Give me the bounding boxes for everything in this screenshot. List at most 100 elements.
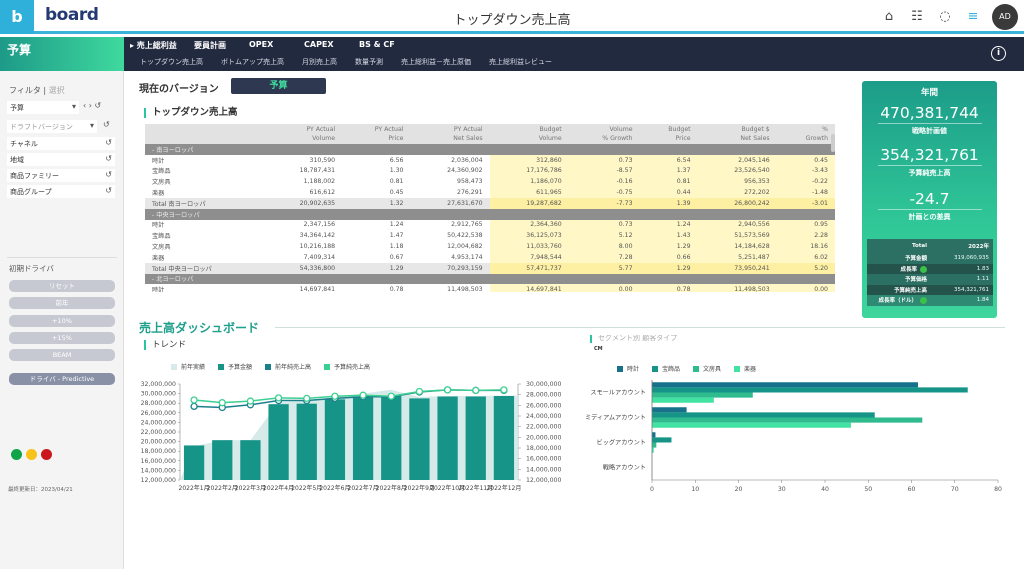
nav-sub-item[interactable]: 売上総利益レビュー [489,57,552,67]
home-icon[interactable]: ⌂ [880,8,898,26]
table-cell[interactable]: 14,184,628 [697,241,777,252]
draft-version-select[interactable]: ドラフトバージョン ▾ [7,120,97,133]
presentation-icon[interactable]: ☷ [908,8,926,26]
driver-reset-button[interactable]: リセット [9,280,115,292]
refresh-icon[interactable]: ↺ [105,170,112,179]
nav-main-item[interactable]: OPEX [249,40,304,51]
nav-sub-item[interactable]: 月別売上高 [302,57,337,67]
table-cell[interactable]: 1.43 [639,230,698,242]
table-cell[interactable]: 0.66 [639,251,698,263]
table-cell[interactable]: -0.16 [568,176,640,188]
chat-icon[interactable]: ◌ [936,8,954,26]
refresh-icon[interactable]: ↺ [105,186,112,195]
nav-main-item[interactable]: ▸ 売上総利益 [130,40,194,51]
table-cell[interactable]: 26,800,242 [697,197,777,209]
legend-item[interactable]: 時計 [617,364,639,373]
table-header-cell[interactable]: Budget $ Net Sales [697,124,777,144]
table-cell[interactable]: 956,353 [697,176,777,188]
table-cell[interactable]: 0.95 [776,219,835,231]
table-cell[interactable]: 0.73 [568,154,640,166]
legend-item[interactable]: 予算純売上高 [324,362,370,371]
table-cell[interactable]: -3.01 [776,197,835,209]
table-cell[interactable]: 0.00 [776,284,835,292]
legend-item[interactable]: 楽器 [734,364,756,373]
table-header-cell[interactable]: Budget Price [639,124,698,144]
table-cell[interactable]: 11,498,503 [697,284,777,292]
table-cell[interactable]: 19,287,682 [489,197,569,209]
driver-predictive-button[interactable]: ドライバ - Predictive [9,373,115,385]
table-cell[interactable]: 5.12 [568,230,640,242]
version-select[interactable]: 予算 ▾ [7,101,79,114]
table-cell[interactable]: -1.48 [776,187,835,198]
table-cell[interactable]: 57,471,737 [489,262,569,274]
table-cell[interactable]: 6.02 [776,251,835,263]
filter-select-link[interactable]: 選択 [49,86,65,95]
driver-prior-year-button[interactable]: 前年 [9,297,115,309]
legend-item[interactable]: 前年純売上高 [265,362,311,371]
table-cell[interactable]: 1.29 [639,241,698,252]
table-cell[interactable]: 0.45 [776,154,835,166]
legend-item[interactable]: 予算金額 [218,362,252,371]
table-header-cell[interactable]: Budget Volume [489,124,569,144]
table-header-cell[interactable]: Volume% Growth [568,124,640,144]
refresh-icon[interactable]: ↺ [103,120,110,129]
legend-item[interactable]: 文房具 [693,364,721,373]
table-cell[interactable]: -8.57 [568,165,640,177]
group-label[interactable]: - 南ヨーロッパ [145,144,835,155]
table-header-cell[interactable]: % Growth [776,124,835,144]
table-cell[interactable]: 5,251,487 [697,251,777,263]
table-cell[interactable]: 6.54 [639,154,698,166]
filter-channel[interactable]: チャネル ↺ [7,137,115,150]
table-cell[interactable]: 0.81 [639,176,698,188]
table-cell[interactable]: 2,364,360 [489,219,569,231]
table-cell[interactable]: 1.37 [639,165,698,177]
table-cell[interactable]: 611,965 [489,187,569,198]
legend-item[interactable]: 宝飾品 [652,364,680,373]
table-cell[interactable]: 1.29 [639,262,698,274]
table-cell[interactable]: 23,526,540 [697,165,777,177]
table-cell[interactable]: -3.43 [776,165,835,177]
filter-product-group[interactable]: 商品グループ ↺ [7,185,115,198]
nav-main-item[interactable]: CAPEX [304,40,359,51]
table-cell[interactable]: 2,045,146 [697,154,777,166]
filter-region[interactable]: 地域 ↺ [7,153,115,166]
nav-main-item[interactable]: BS & CF [359,40,414,51]
table-cell[interactable]: 1.24 [639,219,698,231]
table-cell[interactable]: 11,033,760 [489,241,569,252]
table-cell[interactable]: 312,860 [489,154,569,166]
refresh-icon[interactable]: ↺ [105,138,112,147]
table-cell[interactable]: 36,125,073 [489,230,569,242]
table-header-cell[interactable]: PY Actual Price [342,124,411,144]
table-cell[interactable]: 0.78 [639,284,698,292]
table-header-cell[interactable] [145,124,263,144]
table-cell[interactable]: 14,697,841 [489,284,569,292]
filter-product-family[interactable]: 商品ファミリー ↺ [7,169,115,182]
table-cell[interactable]: 51,573,569 [697,230,777,242]
nav-brand[interactable]: 予算 [0,37,124,71]
table-cell[interactable]: 73,950,241 [697,262,777,274]
table-scrollbar[interactable] [831,134,835,152]
driver-plus10-button[interactable]: +10% [9,315,115,327]
prev-next-icons[interactable]: ‹ › ↺ [83,101,101,110]
table-header-cell[interactable]: PY Actual Volume [263,124,343,144]
menu-notification-icon[interactable]: ≡ [964,8,982,26]
nav-sub-item[interactable]: 売上総利益－売上原価 [401,57,471,67]
nav-sub-item[interactable]: トップダウン売上高 [140,57,203,67]
table-cell[interactable]: -0.75 [568,187,640,198]
table-header-cell[interactable]: PY Actual Net Sales [410,124,490,144]
table-cell[interactable]: -7.73 [568,197,640,209]
version-badge[interactable]: 予算 [231,78,326,94]
legend-item[interactable]: 前年実績 [171,362,205,371]
table-cell[interactable]: 2,940,556 [697,219,777,231]
table-cell[interactable]: 2.28 [776,230,835,242]
avatar[interactable]: AD [992,4,1018,30]
table-cell[interactable]: 18.16 [776,241,835,252]
table-cell[interactable]: 8.00 [568,241,640,252]
group-label[interactable]: - 北ヨーロッパ [145,273,835,285]
nav-main-item[interactable]: 要員計画 [194,40,249,51]
driver-beam-button[interactable]: BEAM [9,349,115,361]
group-label[interactable]: - 中央ヨーロッパ [145,208,835,220]
refresh-icon[interactable]: ↺ [105,154,112,163]
table-cell[interactable]: 7,948,544 [489,251,569,263]
driver-plus15-button[interactable]: +15% [9,332,115,344]
